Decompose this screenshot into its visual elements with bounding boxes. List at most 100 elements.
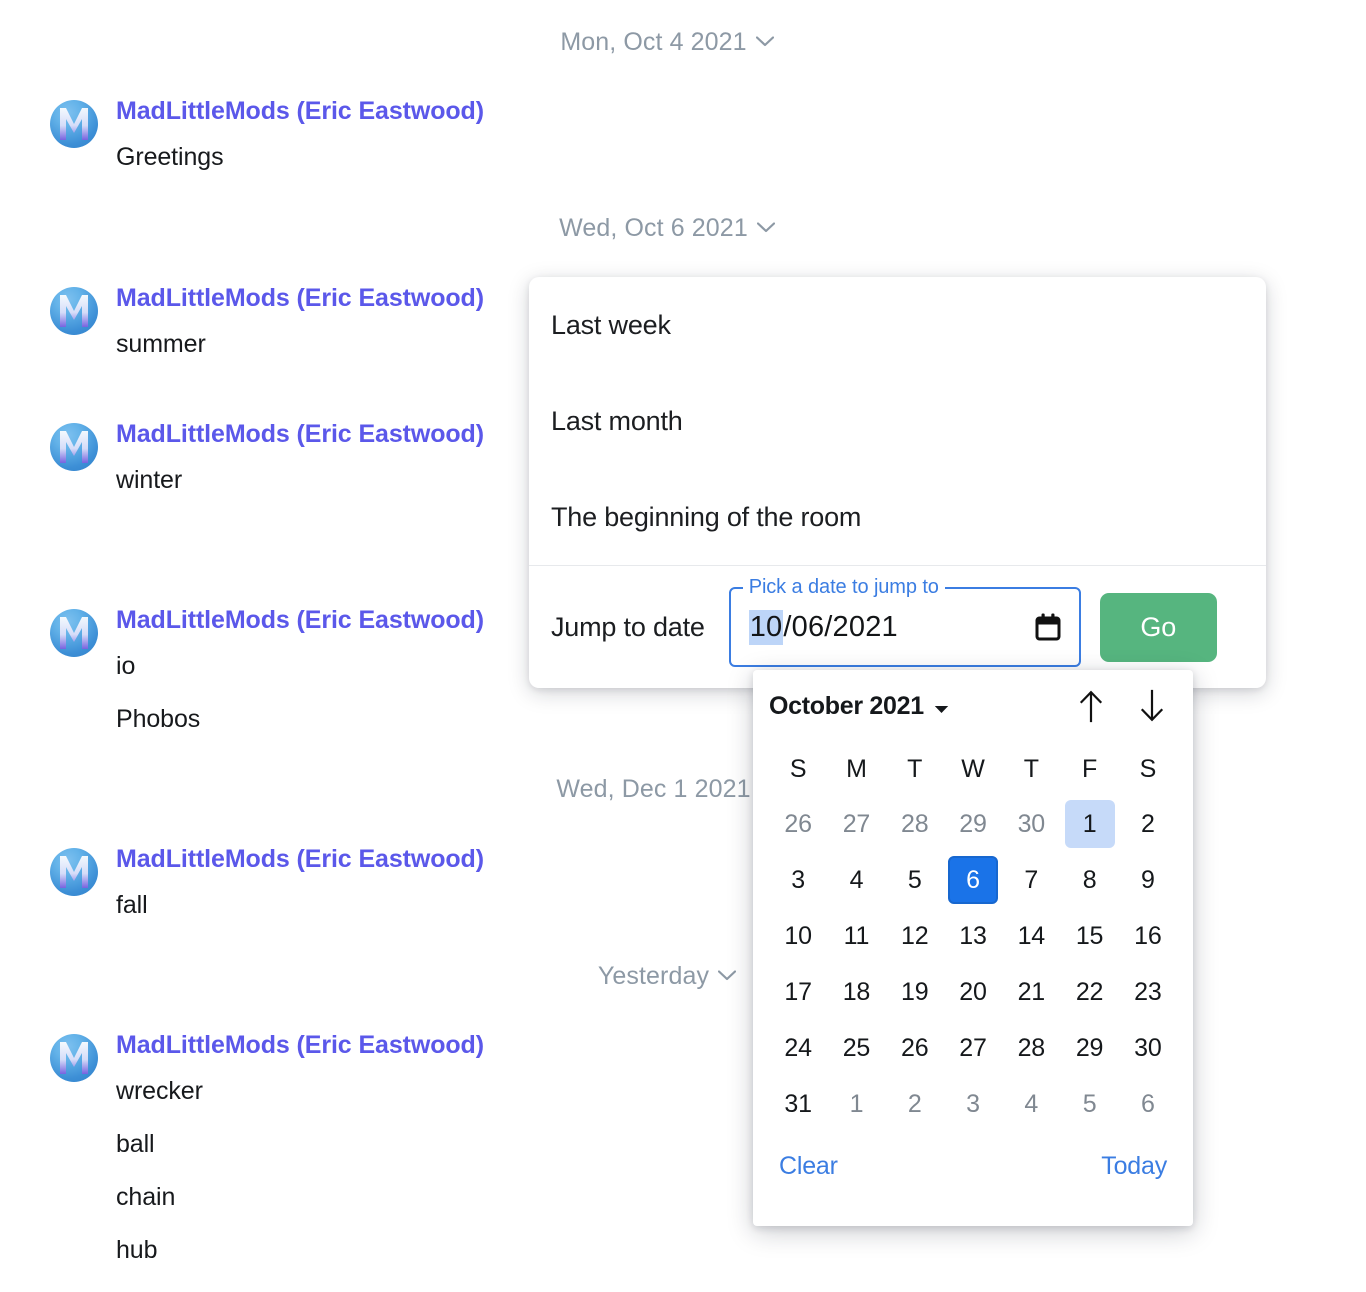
sender-name[interactable]: MadLittleMods (Eric Eastwood) — [116, 844, 484, 874]
calendar-day-18[interactable]: 18 — [827, 964, 885, 1020]
calendar-day-label: 5 — [907, 865, 922, 894]
calendar-day-9[interactable]: 9 — [1119, 852, 1177, 908]
calendar-day-label: 30 — [1017, 809, 1046, 838]
calendar-day-label: 27 — [959, 1033, 987, 1062]
sender-name[interactable]: MadLittleMods (Eric Eastwood) — [116, 605, 484, 635]
message-text: summer — [116, 330, 206, 358]
jump-to-date-menu: Last week Last month The beginning of th… — [529, 277, 1266, 688]
sender-name[interactable]: MadLittleMods (Eric Eastwood) — [116, 283, 484, 313]
calendar-day-27[interactable]: 27 — [827, 796, 885, 852]
menu-item-last-week[interactable]: Last week — [529, 277, 1266, 373]
calendar-day-4[interactable]: 4 — [827, 852, 885, 908]
calendar-day-label: 29 — [1075, 1033, 1104, 1062]
calendar-day-13[interactable]: 13 — [944, 908, 1002, 964]
calendar-day-11[interactable]: 11 — [827, 908, 885, 964]
clear-button[interactable]: Clear — [779, 1152, 838, 1181]
calendar-day-1[interactable]: 1 — [1060, 796, 1118, 852]
calendar-day-16[interactable]: 16 — [1119, 908, 1177, 964]
calendar-day-label: 6 — [947, 856, 998, 904]
calendar-day-23[interactable]: 23 — [1119, 964, 1177, 1020]
today-button[interactable]: Today — [1101, 1152, 1167, 1181]
calendar-day-5[interactable]: 5 — [886, 852, 944, 908]
calendar-day-label: 19 — [900, 977, 929, 1006]
calendar-month-selector[interactable]: October 2021 — [769, 692, 949, 721]
calendar-day-19[interactable]: 19 — [886, 964, 944, 1020]
calendar-day-14[interactable]: 14 — [1002, 908, 1060, 964]
avatar[interactable] — [50, 609, 98, 657]
calendar-day-7[interactable]: 7 — [1002, 852, 1060, 908]
menu-item-last-month[interactable]: Last month — [529, 373, 1266, 469]
calendar-day-5[interactable]: 5 — [1060, 1076, 1118, 1132]
date-input-value[interactable]: 10/06/2021 — [748, 609, 898, 645]
message-body: MadLittleMods (Eric Eastwood) fall — [116, 844, 484, 918]
calendar-day-3[interactable]: 3 — [944, 1076, 1002, 1132]
calendar-day-31[interactable]: 31 — [769, 1076, 827, 1132]
date-separator-label: Mon, Oct 4 2021 — [560, 28, 747, 56]
calendar-day-12[interactable]: 12 — [886, 908, 944, 964]
calendar-day-label: 4 — [1024, 1089, 1039, 1118]
date-separator-label: Wed, Oct 6 2021 — [559, 214, 748, 242]
avatar[interactable] — [50, 100, 98, 148]
message-text: chain — [116, 1183, 176, 1211]
arrow-up-icon[interactable] — [1074, 686, 1108, 726]
calendar-day-label: 14 — [1017, 921, 1046, 950]
calendar-day-28[interactable]: 28 — [886, 796, 944, 852]
calendar-day-6[interactable]: 6 — [1119, 1076, 1177, 1132]
calendar-day-21[interactable]: 21 — [1002, 964, 1060, 1020]
calendar-day-25[interactable]: 25 — [827, 1020, 885, 1076]
calendar-day-6[interactable]: 6 — [944, 852, 1002, 908]
calendar-day-4[interactable]: 4 — [1002, 1076, 1060, 1132]
calendar-day-27[interactable]: 27 — [944, 1020, 1002, 1076]
sender-name[interactable]: MadLittleMods (Eric Eastwood) — [116, 1030, 484, 1060]
calendar-day-10[interactable]: 10 — [769, 908, 827, 964]
calendar-day-1[interactable]: 1 — [827, 1076, 885, 1132]
message-body: MadLittleMods (Eric Eastwood) winter — [116, 419, 484, 493]
calendar-day-2[interactable]: 2 — [886, 1076, 944, 1132]
calendar-day-label: 13 — [959, 921, 987, 950]
date-input-field[interactable]: Pick a date to jump to 10/06/2021 — [728, 576, 1081, 667]
calendar-day-28[interactable]: 28 — [1002, 1020, 1060, 1076]
jump-to-date-label: Jump to date — [551, 611, 705, 642]
date-separator-oct4[interactable]: Mon, Oct 4 2021 — [0, 28, 1334, 57]
arrow-down-icon[interactable] — [1135, 686, 1169, 726]
date-picker-calendar: October 2021 S M T W T F S 26 27 28 29 3… — [753, 670, 1193, 1226]
message-text: wrecker — [116, 1077, 203, 1105]
calendar-day-22[interactable]: 22 — [1060, 964, 1118, 1020]
menu-item-label: Last week — [551, 309, 671, 340]
date-separator-label: Yesterday — [597, 962, 710, 990]
calendar-day-label: 3 — [966, 1089, 980, 1118]
calendar-day-17[interactable]: 17 — [769, 964, 827, 1020]
calendar-day-29[interactable]: 29 — [1060, 1020, 1118, 1076]
calendar-day-2[interactable]: 2 — [1119, 796, 1177, 852]
calendar-day-20[interactable]: 20 — [944, 964, 1002, 1020]
calendar-day-26[interactable]: 26 — [886, 1020, 944, 1076]
calendar-day-label: 5 — [1082, 1089, 1097, 1118]
message-body: MadLittleMods (Eric Eastwood) io Phobos — [116, 605, 484, 732]
avatar[interactable] — [50, 423, 98, 471]
sender-name[interactable]: MadLittleMods (Eric Eastwood) — [116, 419, 484, 449]
calendar-day-30[interactable]: 30 — [1002, 796, 1060, 852]
date-separator-oct6[interactable]: Wed, Oct 6 2021 — [0, 214, 1334, 243]
message-body: MadLittleMods (Eric Eastwood) summer — [116, 283, 484, 357]
calendar-day-label: 6 — [1140, 1089, 1155, 1118]
calendar-day-15[interactable]: 15 — [1060, 908, 1118, 964]
avatar[interactable] — [50, 287, 98, 335]
date-segment-rest[interactable]: /06/2021 — [783, 611, 898, 644]
calendar-picker-icon[interactable] — [1031, 610, 1065, 644]
calendar-day-29[interactable]: 29 — [944, 796, 1002, 852]
calendar-day-24[interactable]: 24 — [769, 1020, 827, 1076]
avatar[interactable] — [50, 1034, 98, 1082]
date-segment-month[interactable]: 10 — [748, 609, 784, 645]
sender-name[interactable]: MadLittleMods (Eric Eastwood) — [116, 96, 484, 126]
weekday-label: M — [846, 754, 867, 783]
calendar-day-26[interactable]: 26 — [769, 796, 827, 852]
weekday-label: S — [1139, 754, 1157, 783]
calendar-day-label: 7 — [1024, 865, 1039, 894]
menu-item-beginning-of-room[interactable]: The beginning of the room — [529, 469, 1266, 565]
calendar-day-30[interactable]: 30 — [1119, 1020, 1177, 1076]
avatar[interactable] — [50, 848, 98, 896]
go-button[interactable]: Go — [1099, 592, 1217, 662]
message-group: MadLittleMods (Eric Eastwood) summer — [0, 283, 484, 357]
calendar-day-3[interactable]: 3 — [769, 852, 827, 908]
calendar-day-8[interactable]: 8 — [1060, 852, 1118, 908]
